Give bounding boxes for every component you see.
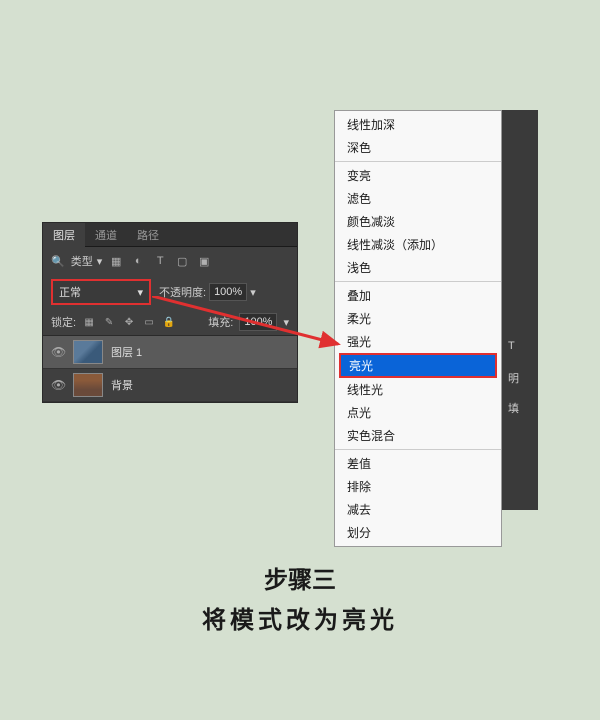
menu-item[interactable]: 强光 <box>335 330 501 353</box>
lock-label: 锁定: <box>51 314 76 330</box>
menu-item[interactable]: 减去 <box>335 498 501 521</box>
chevron-down-icon: ▾ <box>250 286 256 299</box>
layer-row[interactable]: 👁 图层 1 <box>43 336 297 369</box>
menu-item[interactable]: 排除 <box>335 475 501 498</box>
menu-item[interactable]: 划分 <box>335 521 501 544</box>
menu-item[interactable]: 深色 <box>335 136 501 159</box>
opacity-value: 100% <box>209 283 247 301</box>
blend-mode-value: 正常 <box>59 284 81 300</box>
menu-item[interactable]: 浅色 <box>335 256 501 279</box>
chevron-down-icon: ▾ <box>283 316 289 329</box>
menu-item[interactable]: 颜色减淡 <box>335 210 501 233</box>
lock-row: 锁定: ▦ ✎ ✥ ▭ 🔒 填充: 100% ▾ <box>43 309 297 336</box>
panel-tabs: 图层 通道 路径 <box>43 223 297 247</box>
lock-transparency-icon[interactable]: ▦ <box>82 315 96 329</box>
lock-artboard-icon[interactable]: ▭ <box>142 315 156 329</box>
menu-item[interactable]: 实色混合 <box>335 424 501 447</box>
layer-thumbnail[interactable] <box>73 373 103 397</box>
layer-name: 图层 1 <box>111 344 142 360</box>
tab-channels[interactable]: 通道 <box>85 223 127 247</box>
menu-item[interactable]: 线性加深 <box>335 113 501 136</box>
filter-type-dropdown[interactable]: 类型 ▾ <box>71 253 103 269</box>
opacity-label: 不透明度: <box>159 284 206 300</box>
visibility-icon[interactable]: 👁 <box>51 378 65 392</box>
smart-filter-icon[interactable]: ▣ <box>196 253 212 269</box>
step-subtitle: 将模式改为亮光 <box>0 600 600 635</box>
adjustment-filter-icon[interactable]: ◐ <box>130 253 146 269</box>
fill-label: 填充: <box>208 314 233 330</box>
filter-row: 🔍 类型 ▾ ▦ ◐ T ▢ ▣ <box>43 247 297 275</box>
menu-item[interactable]: 亮光 <box>339 353 497 378</box>
blend-mode-menu: 线性加深深色变亮滤色颜色减淡线性减淡（添加）浅色叠加柔光强光亮光线性光点光实色混… <box>334 110 502 547</box>
chevron-down-icon: ▾ <box>97 255 103 268</box>
layer-row[interactable]: 👁 背景 <box>43 369 297 402</box>
tab-layers[interactable]: 图层 <box>43 223 85 247</box>
chevron-down-icon: ▾ <box>137 286 143 299</box>
menu-item[interactable]: 滤色 <box>335 187 501 210</box>
visibility-icon[interactable]: 👁 <box>51 345 65 359</box>
menu-item[interactable]: 线性减淡（添加） <box>335 233 501 256</box>
menu-item[interactable]: 柔光 <box>335 307 501 330</box>
layer-thumbnail[interactable] <box>73 340 103 364</box>
menu-item[interactable]: 线性光 <box>335 378 501 401</box>
fill-value: 100% <box>239 313 277 331</box>
blend-mode-dropdown[interactable]: 正常 ▾ <box>51 279 151 305</box>
menu-item[interactable]: 叠加 <box>335 284 501 307</box>
opacity-control[interactable]: 不透明度: 100% ▾ <box>159 283 256 301</box>
blend-mode-row: 正常 ▾ 不透明度: 100% ▾ <box>43 275 297 309</box>
text-filter-icon[interactable]: T <box>152 253 168 269</box>
opacity-abbr: 明 <box>508 370 519 386</box>
fill-abbr: 填 <box>508 400 519 416</box>
tab-paths[interactable]: 路径 <box>127 223 169 247</box>
right-panel-strip: T 明 填 <box>502 110 538 510</box>
layers-panel: 图层 通道 路径 🔍 类型 ▾ ▦ ◐ T ▢ ▣ 正常 ▾ 不透明度: 100… <box>42 222 298 403</box>
search-icon: 🔍 <box>51 255 65 268</box>
shape-filter-icon[interactable]: ▢ <box>174 253 190 269</box>
lock-all-icon[interactable]: 🔒 <box>162 315 176 329</box>
lock-paint-icon[interactable]: ✎ <box>102 315 116 329</box>
menu-item[interactable]: 变亮 <box>335 164 501 187</box>
menu-item[interactable]: 差值 <box>335 452 501 475</box>
layer-name: 背景 <box>111 377 133 393</box>
step-title: 步骤三 <box>0 560 600 595</box>
text-tool-label: T <box>508 340 515 352</box>
image-filter-icon[interactable]: ▦ <box>108 253 124 269</box>
menu-item[interactable]: 点光 <box>335 401 501 424</box>
lock-position-icon[interactable]: ✥ <box>122 315 136 329</box>
